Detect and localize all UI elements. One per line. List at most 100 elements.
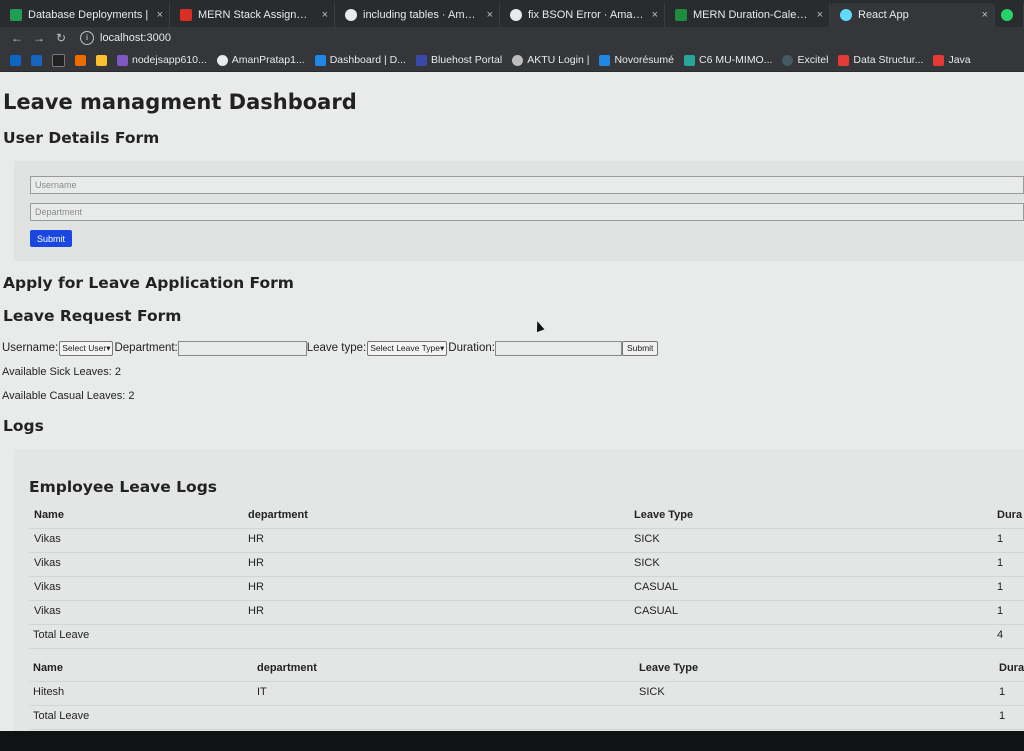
browser-tab[interactable] (995, 3, 1024, 27)
close-icon[interactable]: × (487, 9, 493, 21)
youtube-icon (838, 54, 850, 66)
leave-request-heading: Leave Request Form (3, 307, 182, 325)
bookmark-item[interactable]: AKTU Login | (512, 54, 589, 66)
select-value: Select Leave Type (370, 343, 440, 353)
user-submit-button[interactable]: Submit (30, 230, 72, 247)
department-input[interactable] (177, 340, 307, 356)
browser-tab[interactable]: fix BSON Error · AmanPra × (500, 3, 665, 27)
bookmark-label: Novorésumé (614, 54, 674, 66)
column-header: Name (34, 509, 64, 521)
reload-icon[interactable]: ↻ (50, 31, 72, 45)
tab-title: React App (858, 9, 909, 21)
site-icon[interactable] (96, 54, 107, 66)
bookmark-label: Dashboard | D... (329, 54, 406, 66)
browser-tab[interactable]: Database Deployments | × (0, 3, 170, 27)
gmail-icon (180, 9, 192, 21)
cell-duration: 1 (997, 557, 1004, 569)
bookmark-item[interactable]: Novorésumé (599, 54, 674, 66)
cell-department: HR (248, 581, 264, 593)
duration-label: Duration: (448, 342, 495, 354)
duration-input[interactable] (494, 340, 622, 356)
cell-name: Vikas (34, 557, 61, 569)
bookmark-label: Excitel (797, 54, 829, 66)
browser-tab[interactable]: including tables · AmanPr × (335, 3, 500, 27)
column-header: Leave Type (639, 662, 699, 674)
info-icon[interactable]: i (80, 31, 94, 45)
close-icon[interactable]: × (982, 9, 988, 21)
total-value: 1 (999, 710, 1006, 722)
bookmark-item[interactable]: Dashboard | D... (314, 54, 406, 66)
cell-department: HR (248, 557, 264, 569)
column-header: department (248, 509, 308, 521)
tab-title: fix BSON Error · AmanPra (528, 9, 646, 21)
site-icon[interactable] (52, 53, 65, 67)
leave-submit-button[interactable]: Submit (621, 340, 659, 356)
apply-leave-heading: Apply for Leave Application Form (3, 274, 294, 292)
mongodb-icon (10, 9, 22, 21)
select-value: Select User (62, 343, 107, 353)
table-row: Vikas HR CASUAL 1 (29, 576, 1024, 601)
department-field[interactable]: Department (30, 203, 1024, 221)
cell-duration: 1 (999, 686, 1006, 698)
leave-type-select[interactable]: Select Leave Type ▾ (367, 340, 448, 356)
forward-arrow-icon[interactable]: → (28, 31, 50, 45)
youtube-icon (933, 54, 945, 66)
cell-department: HR (248, 605, 264, 617)
bookmark-item[interactable]: AmanPratap1... (216, 54, 305, 66)
chevron-down-icon: ▾ (440, 342, 445, 353)
bookmark-item[interactable]: Data Structur... (838, 54, 923, 66)
back-arrow-icon[interactable]: ← (6, 31, 28, 45)
username-select[interactable]: Select User ▾ (59, 340, 114, 356)
cell-name: Vikas (34, 581, 61, 593)
browser-tab-bar: Database Deployments | × MERN Stack Assi… (0, 0, 1024, 27)
linkedin-icon[interactable] (10, 54, 21, 66)
url-text: localhost:3000 (100, 32, 171, 44)
site-icon[interactable] (31, 54, 42, 66)
bookmark-icon (415, 54, 427, 66)
bookmark-icon (782, 54, 794, 66)
address-bar[interactable]: i localhost:3000 (80, 29, 171, 47)
available-sick-leaves: Available Sick Leaves: 2 (2, 366, 122, 378)
tab-title: MERN Duration-Calendar (693, 9, 811, 21)
chevron-down-icon: ▾ (106, 342, 111, 353)
github-icon (216, 54, 228, 66)
page-title: Leave managment Dashboard (3, 90, 357, 114)
browser-tab[interactable]: MERN Duration-Calendar × (665, 3, 830, 27)
cell-duration: 1 (997, 533, 1004, 545)
bookmark-label: AmanPratap1... (231, 54, 305, 66)
cell-name: Vikas (34, 605, 61, 617)
total-label: Total Leave (33, 629, 90, 641)
browser-tab[interactable]: MERN Stack Assignment × (170, 3, 335, 27)
total-row: Total Leave 4 (29, 624, 1024, 649)
table-row: Hitesh IT SICK 1 (29, 681, 1024, 706)
bookmark-label: C6 MU-MIMO... (698, 54, 773, 66)
browser-tab-active[interactable]: React App × (830, 3, 995, 27)
logs-heading: Logs (3, 417, 44, 435)
react-icon (840, 9, 852, 21)
bookmark-item[interactable]: Excitel (782, 54, 828, 66)
leave-type-label: Leave type: (306, 342, 367, 354)
cell-leave-type: CASUAL (634, 581, 679, 593)
bookmark-item[interactable]: Bluehost Portal (415, 54, 502, 66)
site-icon[interactable] (75, 54, 86, 66)
department-label: Department: (114, 342, 178, 354)
available-casual-leaves: Available Casual Leaves: 2 (2, 390, 135, 402)
bookmark-item[interactable]: C6 MU-MIMO... (683, 54, 773, 66)
bookmark-item[interactable]: Java (933, 54, 971, 66)
username-field[interactable]: Username (30, 176, 1024, 194)
cell-name: Hitesh (33, 686, 65, 698)
page-content: Leave managment Dashboard User Details F… (0, 72, 1024, 731)
close-icon[interactable]: × (817, 9, 823, 21)
cell-leave-type: CASUAL (634, 605, 679, 617)
table-row: Vikas HR SICK 1 (29, 552, 1024, 577)
column-header: department (257, 662, 317, 674)
bookmark-icon (599, 54, 611, 66)
bookmark-label: Data Structur... (853, 54, 924, 66)
close-icon[interactable]: × (322, 9, 328, 21)
total-row: Total Leave 1 (29, 705, 1024, 730)
bookmark-item[interactable]: nodejsapp610... (117, 54, 207, 66)
table-header-row: Name department Leave Type Dura (29, 504, 1024, 529)
column-header: Leave Type (634, 509, 694, 521)
close-icon[interactable]: × (652, 9, 658, 21)
close-icon[interactable]: × (157, 9, 163, 21)
